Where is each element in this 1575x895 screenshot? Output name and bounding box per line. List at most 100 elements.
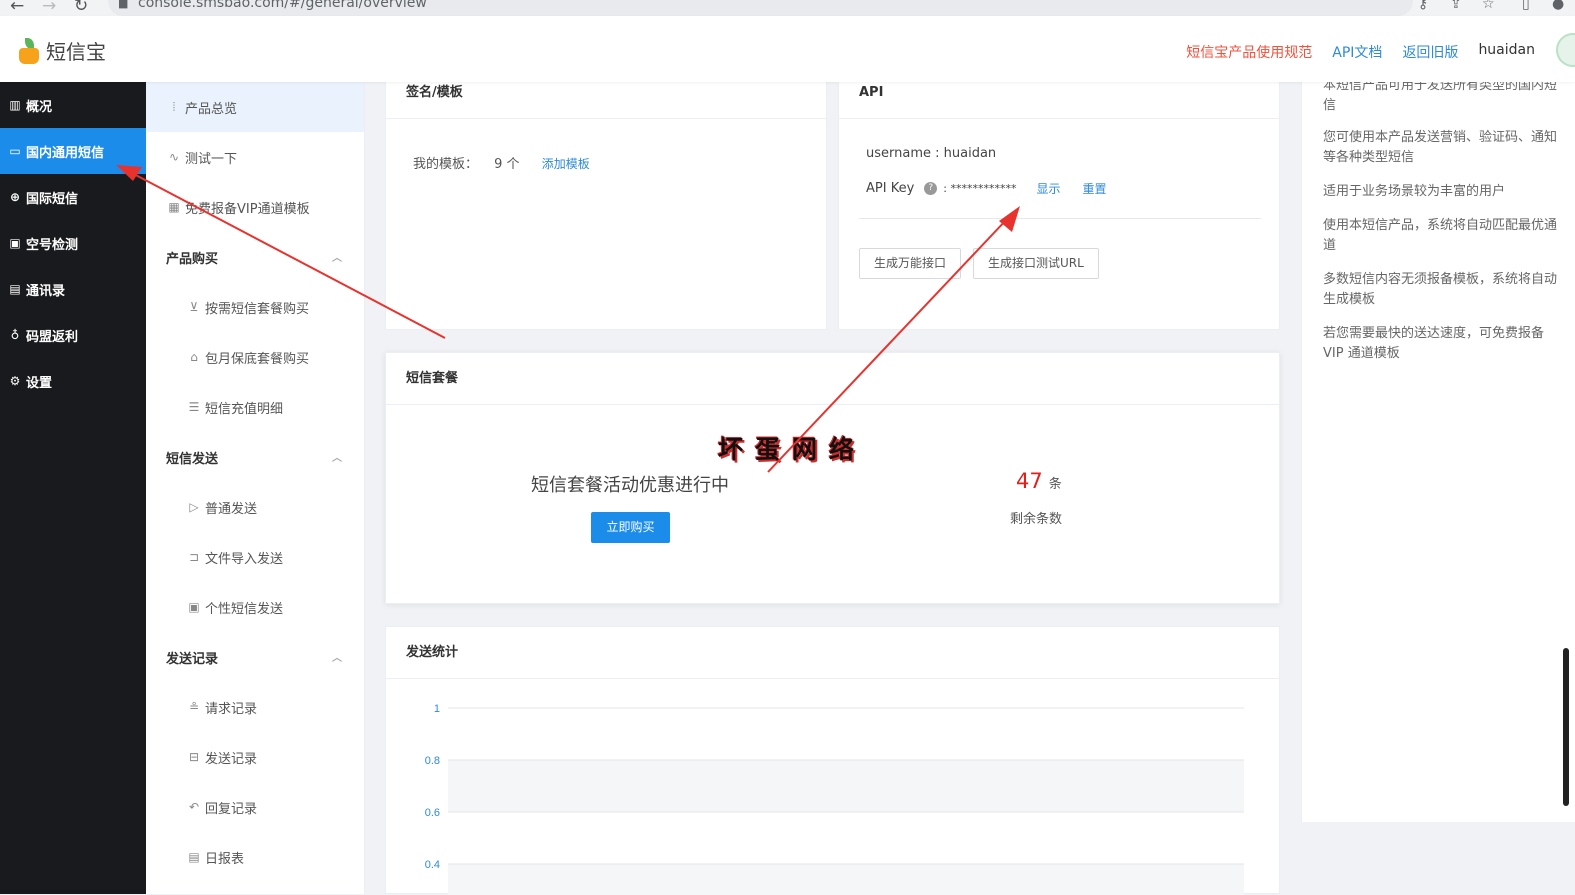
subnav-reply-records[interactable]: ↶ 回复记录: [146, 782, 364, 832]
subnav-product-overview[interactable]: ⦙ 产品总览: [146, 82, 364, 132]
sidebar-item-rebate[interactable]: ♁ 码盟返利: [0, 312, 146, 358]
subnav-label: 包月保底套餐购买: [205, 351, 310, 367]
sidebar-item-label: 国际短信: [26, 191, 79, 207]
subnav-custom-send[interactable]: ▣ 个性短信发送: [146, 582, 364, 632]
subnav-recharge-detail[interactable]: ☰ 短信充值明细: [146, 382, 364, 432]
subnav-group-purchase[interactable]: 产品购买 ︿: [146, 232, 364, 282]
record-icon: ⊟: [188, 750, 200, 764]
subnav-test[interactable]: ∿ 测试一下: [146, 132, 364, 182]
sidebar-item-contacts[interactable]: ▤ 通讯录: [0, 266, 146, 312]
browser-toolbar: ← → ↻ ■ console.smsbao.com/#/general/ove…: [0, 0, 1575, 16]
add-template-link[interactable]: 添加模板: [542, 157, 590, 171]
template-icon: ▦: [168, 200, 180, 214]
product-info-panel: 本短信产品可用于发送所有类型的国内短信 您可使用本产品发送营销、验证码、通知等各…: [1301, 82, 1575, 822]
api-card: API username : huaidan API Key ? : *****…: [838, 66, 1280, 330]
help-icon[interactable]: ?: [924, 182, 938, 195]
send-stats-chart: 1 0.8 0.6 0.4: [425, 703, 1244, 895]
subnav-daily-report[interactable]: ▤ 日报表: [146, 832, 364, 882]
report-icon: ▤: [188, 850, 200, 864]
old-version-link[interactable]: 返回旧版: [1402, 42, 1458, 62]
info-line: 本短信产品可用于发送所有类型的国内短信: [1323, 82, 1558, 113]
api-username: username : huaidan: [866, 146, 997, 161]
share-icon[interactable]: ⇪: [1450, 0, 1462, 12]
logo[interactable]: 短信宝: [18, 36, 106, 65]
chevron-up-icon: ︿: [332, 453, 342, 464]
remaining-count: 47 条: [1016, 469, 1062, 493]
subnav-normal-send[interactable]: ▷ 普通发送: [146, 482, 364, 532]
subnav-label: 回复记录: [205, 801, 258, 817]
username[interactable]: huaidan: [1478, 42, 1535, 62]
plot-band: [448, 760, 1244, 812]
header-links: 短信宝产品使用规范 API文档 返回旧版 huaidan: [1186, 42, 1535, 62]
subnav-monthly-purchase[interactable]: ⌂ 包月保底套餐购买: [146, 332, 364, 382]
subnav-send-records[interactable]: ⊟ 发送记录: [146, 732, 364, 782]
sidebar-item-international-sms[interactable]: ⊕ 国际短信: [0, 174, 146, 220]
sidebar-item-settings[interactable]: ⚙ 设置: [0, 358, 146, 404]
sidebar-item-label: 概况: [26, 99, 53, 115]
group-title: 发送记录: [166, 651, 219, 667]
sidebar-item-domestic-sms[interactable]: ▭ 国内通用短信: [0, 128, 146, 174]
sidebar-item-overview[interactable]: ▥ 概况: [0, 82, 146, 128]
brand-name: 短信宝: [46, 40, 106, 64]
subnav-label: 请求记录: [205, 701, 258, 717]
subnav-label: 个性短信发送: [205, 601, 284, 617]
key-icon[interactable]: ⚷: [1418, 0, 1428, 12]
card-title: 发送统计: [386, 627, 1279, 679]
top-header: 短信宝 短信宝产品使用规范 API文档 返回旧版 huaidan: [0, 16, 1575, 82]
template-count: 9 个: [494, 157, 520, 172]
reset-key-link[interactable]: 重置: [1083, 180, 1107, 197]
scrollbar-thumb[interactable]: [1563, 648, 1569, 806]
sidebar-item-empty-number-check[interactable]: ▣ 空号检测: [0, 220, 146, 266]
watermark-text: 坏蛋网络: [718, 435, 867, 464]
subnav-file-import-send[interactable]: ⊐ 文件导入发送: [146, 532, 364, 582]
template-card: 签名/模板 我的模板： 9 个 添加模板: [385, 66, 827, 330]
remaining-value: 47: [1016, 469, 1043, 493]
gift-icon: ♁: [10, 328, 20, 342]
forward-icon[interactable]: →: [42, 0, 56, 16]
sidebar-item-label: 设置: [26, 375, 53, 391]
profile-icon[interactable]: ●: [1552, 0, 1564, 12]
info-line: 适用于业务场景较为丰富的用户: [1323, 184, 1506, 199]
info-line: 您可使用本产品发送营销、验证码、通知等各种类型短信: [1323, 130, 1558, 165]
subnav-label: 免费报备VIP通道模板: [185, 201, 310, 217]
subnav-label: 发送记录: [205, 751, 258, 767]
info-line: 若您需要最快的送达速度，可免费报备VIP 通道模板: [1323, 326, 1545, 361]
subnav-label: 测试一下: [185, 151, 238, 167]
bar-chart-icon: ▥: [9, 98, 21, 112]
sidebar-item-label: 国内通用短信: [26, 145, 105, 161]
reload-icon[interactable]: ↻: [74, 0, 88, 16]
template-row: 我的模板： 9 个 添加模板: [413, 153, 590, 172]
api-key-row: API Key ? : ************ 显示 重置: [866, 180, 1107, 197]
remaining-label: 剩余条数: [1010, 512, 1063, 527]
subnav-on-demand-purchase[interactable]: ⊻ 按需短信套餐购买: [146, 282, 364, 332]
gear-icon: ⚙: [9, 374, 21, 388]
subnav-vip-template[interactable]: ▦ 免费报备VIP通道模板: [146, 182, 364, 232]
sidebar-item-label: 空号检测: [26, 237, 79, 253]
send-stats-card: 发送统计 1 0.8 0.6 0.4: [385, 626, 1280, 895]
sidebar-item-label: 码盟返利: [26, 329, 79, 345]
list-icon: ☰: [188, 400, 200, 414]
request-icon: ≗: [188, 700, 200, 714]
show-key-link[interactable]: 显示: [1036, 180, 1060, 197]
url-text[interactable]: console.smsbao.com/#/general/overview: [138, 0, 427, 11]
window-icon[interactable]: ▯: [1522, 0, 1530, 12]
generate-test-url-button[interactable]: 生成接口测试URL: [973, 248, 1099, 279]
star-icon[interactable]: ☆: [1482, 0, 1495, 12]
usage-rules-link[interactable]: 短信宝产品使用规范: [1186, 42, 1312, 62]
subnav-request-records[interactable]: ≗ 请求记录: [146, 682, 364, 732]
group-title: 产品购买: [166, 251, 219, 267]
subnav-label: 产品总览: [185, 101, 238, 117]
lock-icon: ■: [118, 0, 129, 10]
generate-universal-api-button[interactable]: 生成万能接口: [859, 248, 962, 279]
sidebar-item-label: 通讯录: [26, 283, 66, 299]
y-tick-label: 1: [434, 703, 440, 715]
secondary-sidebar: ⦙ 产品总览 ∿ 测试一下 ▦ 免费报备VIP通道模板 产品购买 ︿ ⊻ 按需短…: [146, 82, 365, 894]
back-icon[interactable]: ←: [10, 0, 24, 16]
subnav-group-records[interactable]: 发送记录 ︿: [146, 632, 364, 682]
subnav-label: 按需短信套餐购买: [205, 301, 310, 317]
avatar[interactable]: [1556, 33, 1575, 67]
import-icon: ⊐: [188, 550, 200, 564]
api-docs-link[interactable]: API文档: [1332, 42, 1382, 62]
buy-now-button[interactable]: 立即购买: [591, 512, 670, 543]
subnav-group-send[interactable]: 短信发送 ︿: [146, 432, 364, 482]
